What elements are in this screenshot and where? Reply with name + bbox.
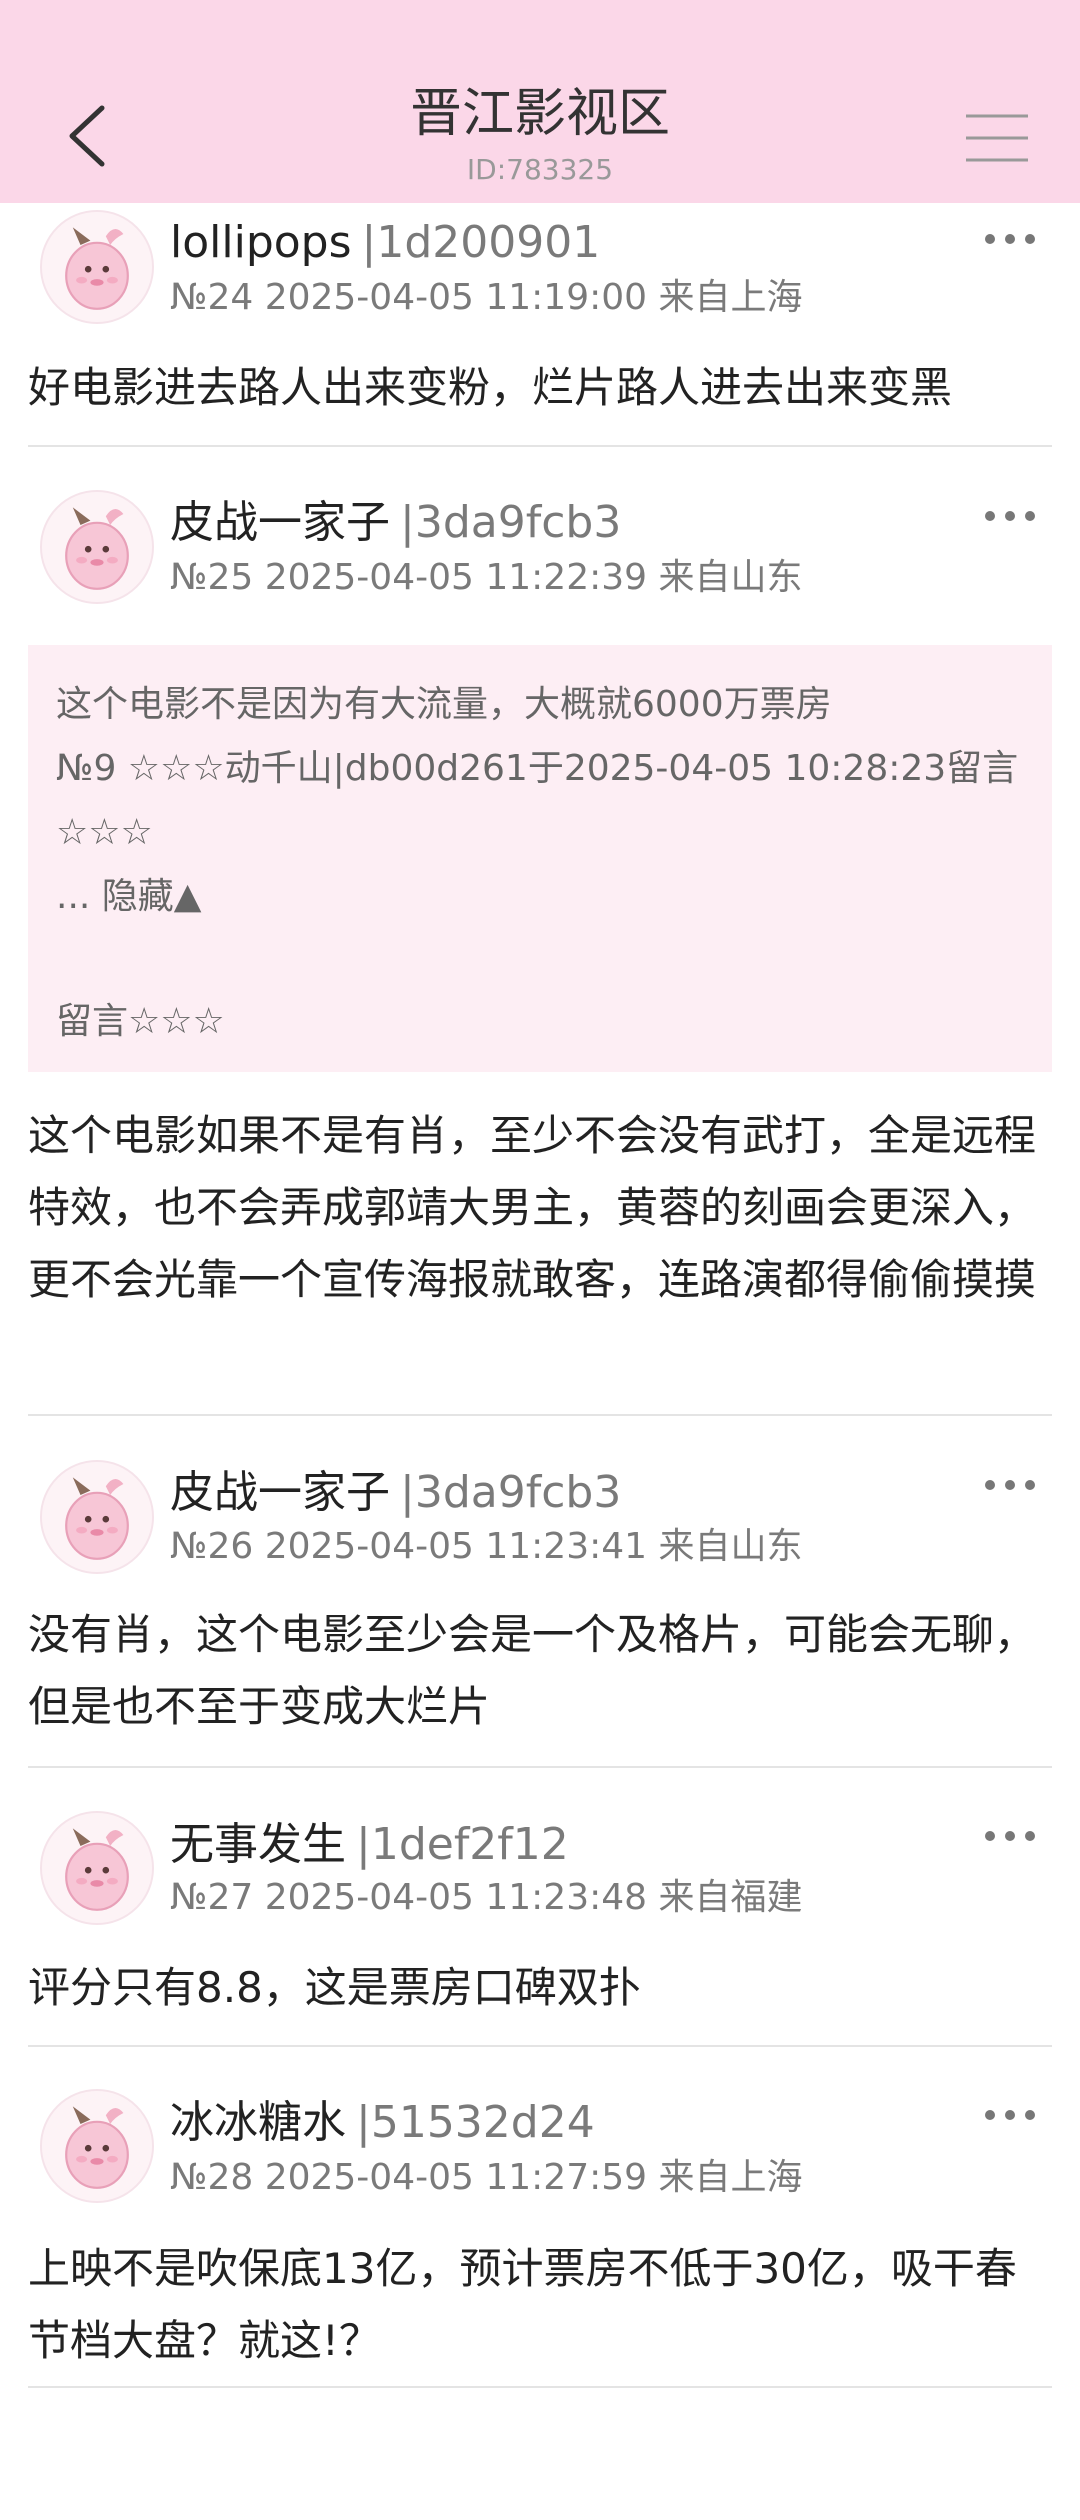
- post-content: 评分只有8.8，这是票房口碑双扑: [28, 1963, 641, 2012]
- post-meta: №27 2025-04-05 11:23:48 来自福建: [170, 1877, 803, 1918]
- menu-button[interactable]: [962, 110, 1032, 166]
- more-options-button[interactable]: [982, 503, 1038, 529]
- author-id: |1def2f12: [356, 1819, 569, 1870]
- quote-stars: ☆☆☆: [56, 812, 153, 853]
- post-divider: [28, 445, 1052, 447]
- quote-footer: 留言☆☆☆: [56, 1001, 225, 1042]
- more-options-button[interactable]: [982, 226, 1038, 252]
- author-name[interactable]: 皮战一家子: [170, 1467, 390, 1518]
- post-author: 无事发生 |1def2f12: [170, 1818, 569, 1872]
- top-bar: 晋江影视区 ID:783325: [0, 0, 1080, 203]
- author-name[interactable]: lollipops: [170, 217, 352, 268]
- post-author: 冰冰糖水 |51532d24: [170, 2096, 595, 2150]
- author-name[interactable]: 无事发生: [170, 1819, 346, 1870]
- post-content: 上映不是吹保底13亿，预计票房不低于30亿，吸干春节档大盘？就这!？: [28, 2244, 1017, 2365]
- post-author: lollipops |1d200901: [170, 216, 600, 270]
- hide-toggle[interactable]: ... 隐藏▲: [56, 865, 201, 929]
- author-id: |3da9fcb3: [400, 1467, 622, 1518]
- quote-text: 这个电影不是因为有大流量，大概就6000万票房: [56, 684, 832, 725]
- avatar[interactable]: [40, 210, 154, 324]
- avatar[interactable]: [40, 1811, 154, 1925]
- more-options-button[interactable]: [982, 1472, 1038, 1498]
- post-content: 这个电影如果不是有肖，至少不会没有武打，全是远程特效，也不会弄成郭靖大男主，黄蓉…: [28, 1111, 1037, 1304]
- post-content: 好电影进去路人出来变粉，烂片路人进去出来变黑: [28, 363, 953, 412]
- hamburger-menu-icon: [966, 114, 1028, 162]
- author-id: |51532d24: [356, 2097, 595, 2148]
- post-divider: [28, 2045, 1052, 2047]
- pink-creature-avatar-icon: [42, 212, 152, 322]
- post-divider: [28, 1414, 1052, 1416]
- author-name[interactable]: 皮战一家子: [170, 497, 390, 548]
- page-title: 晋江影视区: [409, 84, 670, 144]
- post-meta: №28 2025-04-05 11:27:59 来自上海: [170, 2157, 803, 2198]
- pink-creature-avatar-icon: [42, 1813, 152, 1923]
- more-dots-icon: [985, 511, 1035, 521]
- pink-creature-avatar-icon: [42, 492, 152, 602]
- post-meta: №25 2025-04-05 11:22:39 来自山东: [170, 557, 803, 598]
- post-author: 皮战一家子 |3da9fcb3: [170, 1466, 621, 1520]
- post-divider: [28, 2386, 1052, 2388]
- post-author: 皮战一家子 |3da9fcb3: [170, 496, 621, 550]
- more-dots-icon: [985, 1480, 1035, 1490]
- avatar[interactable]: [40, 1460, 154, 1574]
- more-dots-icon: [985, 1831, 1035, 1841]
- author-id: |3da9fcb3: [400, 497, 622, 548]
- pink-creature-avatar-icon: [42, 2091, 152, 2201]
- author-id: |1d200901: [361, 217, 601, 268]
- post-content: 没有肖，这个电影至少会是一个及格片，可能会无聊，但是也不至于变成大烂片: [28, 1610, 1037, 1731]
- post-meta: №24 2025-04-05 11:19:00 来自上海: [170, 277, 803, 318]
- author-name[interactable]: 冰冰糖水: [170, 2097, 346, 2148]
- quote-source: №9 ☆☆☆动千山|db00d261于2025-04-05 10:28:23留言: [56, 748, 1019, 789]
- more-dots-icon: [985, 234, 1035, 244]
- more-dots-icon: [985, 2110, 1035, 2120]
- post-divider: [28, 1766, 1052, 1768]
- more-options-button[interactable]: [982, 2102, 1038, 2128]
- board-id: ID:783325: [466, 153, 614, 186]
- avatar[interactable]: [40, 2089, 154, 2203]
- avatar[interactable]: [40, 490, 154, 604]
- more-options-button[interactable]: [982, 1823, 1038, 1849]
- post-meta: №26 2025-04-05 11:23:41 来自山东: [170, 1526, 803, 1567]
- pink-creature-avatar-icon: [42, 1462, 152, 1572]
